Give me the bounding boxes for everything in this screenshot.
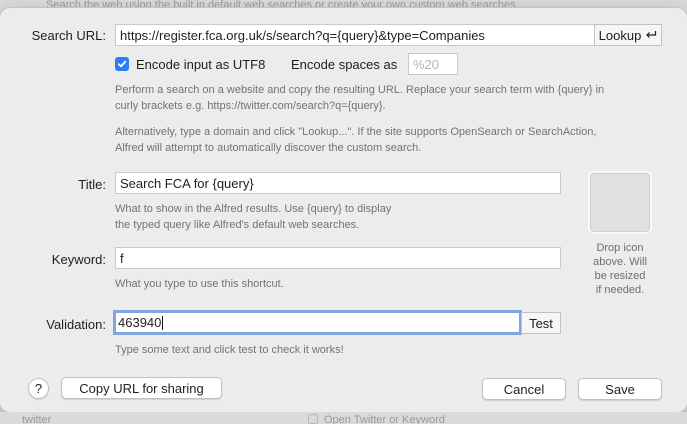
cancel-button[interactable]: Cancel — [482, 378, 566, 400]
title-input[interactable]: Search FCA for {query} — [115, 172, 561, 194]
keyword-input[interactable]: f — [115, 247, 561, 269]
backdrop-title-text: Open Twitter or Keyword — [324, 414, 445, 424]
title-help-line: the typed query like Alfred's default we… — [115, 219, 360, 231]
search-url-input[interactable]: https://register.fca.org.uk/s/search?q={… — [115, 24, 595, 46]
backdrop-list-row: twitter Open Twitter or Keyword — [0, 412, 687, 424]
search-url-label: Search URL: — [31, 28, 106, 43]
validation-value: 463940 — [118, 315, 162, 330]
copy-url-label: Copy URL for sharing — [79, 380, 204, 396]
backdrop-title: Open Twitter or Keyword — [308, 414, 445, 424]
url-help-line: Perform a search on a website and copy t… — [115, 84, 605, 96]
encode-spaces-label: Encode spaces as — [291, 57, 398, 72]
test-button[interactable]: Test — [521, 312, 561, 334]
keyword-help-text: What you type to use this shortcut. — [115, 278, 284, 290]
icon-drop-hint-line: above. Will — [593, 256, 647, 268]
encode-spaces-placeholder: %20 — [413, 56, 440, 72]
test-label: Test — [529, 315, 553, 331]
url-help-text: Perform a search on a website and copy t… — [115, 82, 675, 114]
backdrop-row-checkbox — [308, 414, 318, 424]
search-url-value: https://register.fca.org.uk/s/search?q={… — [120, 27, 485, 43]
encode-spaces-input[interactable]: %20 — [408, 53, 458, 75]
save-button[interactable]: Save — [578, 378, 662, 400]
lookup-help-line: Alfred will attempt to automatically dis… — [115, 142, 422, 154]
encode-utf8-label: Encode input as UTF8 — [136, 57, 266, 72]
return-key-icon — [646, 31, 657, 38]
icon-drop-hint-line: if needed. — [595, 284, 645, 296]
title-help-text: What to show in the Alfred results. Use … — [115, 201, 515, 233]
checkmark-icon — [117, 60, 127, 68]
lookup-label: Lookup — [598, 27, 642, 43]
help-button[interactable]: ? — [28, 378, 49, 399]
validation-help-text: Type some text and click test to check i… — [115, 344, 344, 356]
backdrop-keyword: twitter — [22, 414, 52, 424]
custom-search-dialog: Search URL: https://register.fca.org.uk/… — [0, 8, 687, 412]
title-help-line: What to show in the Alfred results. Use … — [115, 203, 392, 215]
text-caret — [162, 315, 164, 330]
icon-drop-well[interactable] — [588, 171, 652, 234]
title-value: Search FCA for {query} — [120, 175, 254, 191]
icon-drop-hint: Drop icon above. Will be resized if need… — [580, 241, 660, 297]
lookup-help-text: Alternatively, type a domain and click "… — [115, 124, 675, 156]
url-help-line: curly brackets e.g. https://twitter.com/… — [115, 100, 386, 112]
copy-url-button[interactable]: Copy URL for sharing — [61, 377, 222, 399]
question-mark-icon: ? — [34, 381, 43, 396]
icon-drop-hint-line: Drop icon — [596, 242, 644, 254]
keyword-label: Keyword: — [51, 252, 106, 267]
validation-label: Validation: — [46, 317, 106, 332]
lookup-button[interactable]: Lookup — [594, 24, 662, 46]
save-label: Save — [605, 381, 635, 397]
title-label: Title: — [78, 177, 106, 192]
validation-input[interactable]: 463940 — [113, 310, 522, 335]
encode-utf8-checkbox[interactable] — [115, 57, 129, 71]
lookup-help-line: Alternatively, type a domain and click "… — [115, 126, 597, 138]
keyword-value: f — [120, 250, 124, 266]
icon-drop-hint-line: be resized — [594, 270, 646, 282]
cancel-label: Cancel — [503, 381, 545, 397]
